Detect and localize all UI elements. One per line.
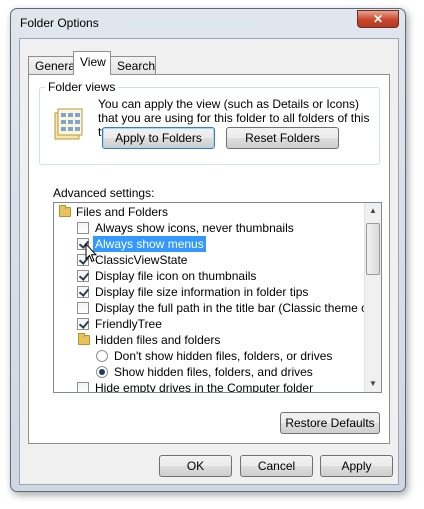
window-title: Folder Options xyxy=(20,16,99,30)
scroll-down-icon[interactable]: ▼ xyxy=(365,376,381,392)
list-item-label: Files and Folders xyxy=(76,205,169,219)
tab-search[interactable]: Search xyxy=(110,56,156,74)
list-item-label: Hidden files and folders xyxy=(95,333,221,347)
reset-folders-button[interactable]: Reset Folders xyxy=(226,127,339,149)
apply-button[interactable]: Apply xyxy=(320,455,393,477)
radio-button[interactable] xyxy=(96,350,108,362)
tab-view[interactable]: View xyxy=(73,51,111,75)
dialog-client-area: General View Search Folder views You can… xyxy=(19,38,399,485)
close-button[interactable]: ✕ xyxy=(357,10,399,28)
list-item-label: Display file icon on thumbnails xyxy=(95,269,257,283)
list-item-label: Don't show hidden files, folders, or dri… xyxy=(114,349,333,363)
list-item-label: Show hidden files, folders, and drives xyxy=(114,365,313,379)
checkbox[interactable] xyxy=(77,382,89,392)
restore-defaults-button[interactable]: Restore Defaults xyxy=(280,412,380,434)
advanced-settings-list[interactable]: Files and Folders Always show icons, nev… xyxy=(53,202,382,393)
checkbox[interactable] xyxy=(77,302,89,314)
checkbox[interactable] xyxy=(77,318,89,330)
scroll-thumb[interactable] xyxy=(366,223,380,275)
list-item-label: FriendlyTree xyxy=(95,317,162,331)
folder-options-window: Folder Options ✕ General View Search Fol… xyxy=(10,8,406,492)
list-item-label: Hide empty drives in the Computer folder xyxy=(95,381,314,393)
folder-views-label: Folder views xyxy=(45,80,119,94)
view-tab-panel: Folder views You can apply the view (suc… xyxy=(28,74,390,444)
folder-icon xyxy=(59,205,71,217)
scroll-up-icon[interactable]: ▲ xyxy=(365,203,381,219)
list-item-label: Display the full path in the title bar (… xyxy=(95,301,382,315)
title-bar[interactable]: Folder Options ✕ xyxy=(11,9,405,39)
radio-button[interactable] xyxy=(96,366,108,378)
checkbox[interactable] xyxy=(77,270,89,282)
list-item-label: ClassicViewState xyxy=(95,253,188,267)
apply-to-folders-button[interactable]: Apply to Folders xyxy=(102,127,215,149)
folder-views-group: Folder views You can apply the view (suc… xyxy=(39,80,380,165)
list-item-label: Display file size information in folder … xyxy=(95,285,309,299)
tab-general[interactable]: General xyxy=(28,56,78,74)
checkbox[interactable] xyxy=(77,286,89,298)
folder-views-icon xyxy=(54,108,83,140)
checkbox[interactable] xyxy=(77,222,89,234)
list-item-label: Always show icons, never thumbnails xyxy=(95,221,294,235)
mouse-cursor-icon xyxy=(85,243,97,263)
advanced-settings-label: Advanced settings: xyxy=(53,186,155,200)
ok-button[interactable]: OK xyxy=(159,455,232,477)
folder-icon xyxy=(78,333,90,345)
vertical-scrollbar[interactable]: ▲ ▼ xyxy=(364,203,381,392)
close-icon: ✕ xyxy=(372,12,384,26)
cancel-button[interactable]: Cancel xyxy=(240,455,313,477)
list-item-label: Always show menus xyxy=(93,236,206,252)
